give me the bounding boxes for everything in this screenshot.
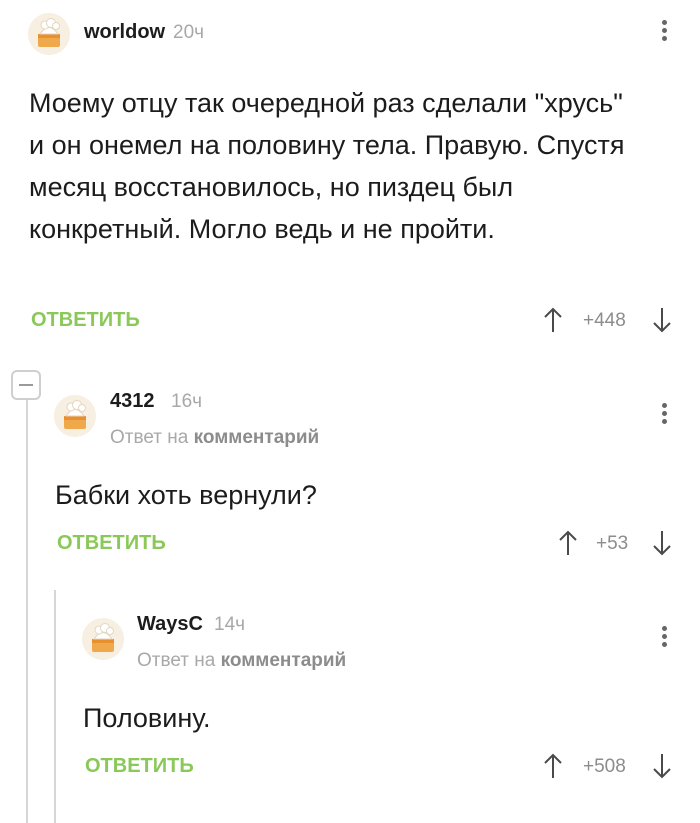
- avatar[interactable]: [28, 13, 70, 55]
- reply-button[interactable]: ОТВЕТИТЬ: [31, 309, 140, 332]
- upvote-arrow-icon[interactable]: [543, 306, 563, 334]
- avatar-icon: [82, 618, 124, 660]
- avatar[interactable]: [54, 395, 96, 437]
- username[interactable]: worldow: [84, 21, 165, 44]
- rating: +53: [596, 533, 629, 554]
- upvote-arrow-icon[interactable]: [543, 752, 563, 780]
- upvote-arrow-icon[interactable]: [558, 529, 578, 557]
- more-options-icon[interactable]: [654, 400, 674, 430]
- reply-button[interactable]: ОТВЕТИТЬ: [57, 532, 166, 555]
- username[interactable]: WaysC: [137, 613, 203, 636]
- avatar[interactable]: [82, 618, 124, 660]
- reply-to-prefix: Ответ на: [137, 650, 216, 671]
- comment-text: Моему отцу так очередной раз сделали "хр…: [29, 88, 625, 244]
- username[interactable]: 4312: [110, 390, 155, 413]
- reply-button[interactable]: ОТВЕТИТЬ: [85, 755, 194, 778]
- comment-time: 20ч: [173, 22, 205, 43]
- reply-to-label: Ответ на комментарий: [137, 650, 346, 672]
- collapse-thread-icon[interactable]: [11, 370, 41, 400]
- comment-text: Половину.: [83, 703, 211, 733]
- thread-line-level-1: [26, 400, 28, 823]
- comment-time: 14ч: [214, 614, 246, 635]
- rating: +448: [583, 310, 626, 331]
- rating: +508: [583, 756, 626, 777]
- reply-to-label: Ответ на комментарий: [110, 427, 319, 449]
- reply-to-link[interactable]: комментарий: [194, 427, 320, 448]
- downvote-arrow-icon[interactable]: [652, 306, 672, 334]
- comment-text: Бабки хоть вернули?: [55, 480, 317, 510]
- comment-time: 16ч: [171, 391, 203, 412]
- more-options-icon[interactable]: [654, 623, 674, 653]
- avatar-icon: [28, 13, 70, 55]
- downvote-arrow-icon[interactable]: [652, 752, 672, 780]
- downvote-arrow-icon[interactable]: [652, 529, 672, 557]
- thread-line-level-2: [54, 590, 56, 823]
- more-options-icon[interactable]: [654, 17, 674, 47]
- reply-to-prefix: Ответ на: [110, 427, 189, 448]
- reply-to-link[interactable]: комментарий: [221, 650, 347, 671]
- avatar-icon: [54, 395, 96, 437]
